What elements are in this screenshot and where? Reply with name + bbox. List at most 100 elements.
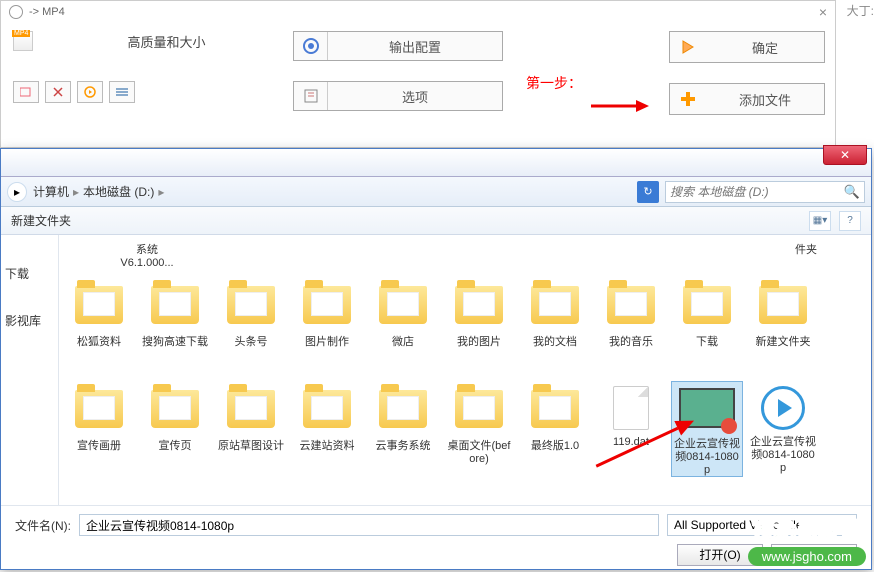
file-item[interactable]: 云建站资料 [291, 381, 363, 477]
file-label: 桌面文件(before) [446, 440, 512, 466]
play-icon [670, 39, 706, 55]
dialog-navbar: ▸ 计算机▸本地磁盘 (D:)▸ ↻ 🔍 [1, 177, 871, 207]
file-label: 宣传页 [142, 440, 208, 453]
file-label: 原站草图设计 [218, 440, 284, 453]
folder-icon [223, 390, 279, 436]
file-label: 搜狗高速下载 [142, 336, 208, 349]
file-label: 新建文件夹 [750, 336, 816, 349]
gear-icon [294, 32, 328, 60]
app-titlebar: -> MP4 × [1, 1, 835, 23]
file-item[interactable]: 宣传页 [139, 381, 211, 477]
file-open-dialog: ✕ ▸ 计算机▸本地磁盘 (D:)▸ ↻ 🔍 新建文件夹 ▦▾ ? 下载 影视库… [0, 148, 872, 570]
folder-icon [527, 286, 583, 332]
file-item[interactable]: 原站草图设计 [215, 381, 287, 477]
filename-input[interactable] [79, 514, 659, 536]
options-label: 选项 [328, 87, 502, 106]
folder-icon [147, 286, 203, 332]
search-input[interactable] [670, 185, 844, 199]
mp4-icon [13, 31, 33, 51]
options-icon [294, 82, 328, 110]
file-item[interactable]: 企业云宣传视频0814-1080p [747, 381, 819, 477]
folder-icon [527, 390, 583, 436]
dialog-close-button[interactable]: ✕ [823, 145, 867, 165]
file-label: 企业云宣传视频0814-1080p [750, 436, 816, 476]
folder-icon [299, 390, 355, 436]
close-icon[interactable]: × [819, 4, 827, 20]
cut-button[interactable] [45, 81, 71, 103]
back-icon[interactable]: ▸ [7, 182, 27, 202]
dialog-footer: 文件名(N): All Supported Video Files▾ 打开(O)… [1, 505, 871, 569]
quality-label: 高质量和大小 [127, 32, 205, 51]
file-item[interactable]: 最终版1.0 [519, 381, 591, 477]
search-icon[interactable]: 🔍 [844, 184, 860, 200]
folder-icon [679, 286, 735, 332]
list-button[interactable] [109, 81, 135, 103]
add-file-button[interactable]: 添加文件 [669, 83, 825, 115]
output-config-button[interactable]: 输出配置 [293, 31, 503, 61]
folder-icon [451, 286, 507, 332]
breadcrumb[interactable]: 计算机▸本地磁盘 (D:)▸ [33, 183, 168, 200]
folder-icon [71, 286, 127, 332]
folder-icon [755, 286, 811, 332]
dvd-icon [9, 5, 23, 19]
file-label: 我的音乐 [598, 336, 664, 349]
help-icon[interactable]: ? [839, 211, 861, 231]
top-right-label: 大丁: [847, 2, 874, 19]
folder-icon [451, 390, 507, 436]
file-label: 微店 [370, 336, 436, 349]
watermark: 技术员联盟 www.jsgho.com [748, 513, 866, 566]
ok-button[interactable]: 确定 [669, 31, 825, 63]
app-title: -> MP4 [29, 6, 65, 18]
file-item[interactable]: 宣传画册 [63, 381, 135, 477]
file-label: 最终版1.0 [522, 440, 588, 453]
file-item[interactable]: 云事务系统 [367, 381, 439, 477]
sidebar-item-videos[interactable]: 影视库 [5, 312, 54, 329]
file-item[interactable]: 桌面文件(before) [443, 381, 515, 477]
file-item[interactable]: 新建文件夹 [747, 277, 819, 373]
file-item[interactable]: 我的音乐 [595, 277, 667, 373]
folder-icon [299, 286, 355, 332]
file-item[interactable]: 搜狗高速下载 [139, 277, 211, 373]
sidebar-item-downloads[interactable]: 下载 [5, 265, 54, 282]
folder-icon [375, 390, 431, 436]
play-button[interactable] [77, 81, 103, 103]
file-list: 系统V6.1.000... 件夹 松狐资料搜狗高速下载头条号图片制作微店我的图片… [59, 235, 871, 505]
dialog-titlebar: ✕ [1, 149, 871, 177]
file-label: 下载 [674, 336, 740, 349]
file-label: 云事务系统 [370, 440, 436, 453]
options-button[interactable]: 选项 [293, 81, 503, 111]
video-play-icon [755, 386, 811, 432]
file-item[interactable]: 微店 [367, 277, 439, 373]
file-label: 我的文档 [522, 336, 588, 349]
filename-label: 文件名(N): [15, 517, 71, 534]
refresh-icon[interactable]: ↻ [637, 181, 659, 203]
folder-icon [603, 286, 659, 332]
arrow-icon [591, 96, 651, 116]
view-icon[interactable]: ▦▾ [809, 211, 831, 231]
file-label: 我的图片 [446, 336, 512, 349]
sidebar: 下载 影视库 [1, 235, 59, 505]
file-label: 企业云宣传视频0814-1080p [674, 438, 740, 478]
new-folder-button[interactable]: 新建文件夹 [11, 212, 71, 229]
step-annotation: 第一步： [526, 73, 582, 93]
add-button-small[interactable] [13, 81, 39, 103]
file-label: 宣传画册 [66, 440, 132, 453]
dialog-toolbar: 新建文件夹 ▦▾ ? [1, 207, 871, 235]
file-item[interactable]: 图片制作 [291, 277, 363, 373]
folder-icon [147, 390, 203, 436]
file-item[interactable]: 下载 [671, 277, 743, 373]
file-item[interactable]: 头条号 [215, 277, 287, 373]
file-label: 云建站资料 [294, 440, 360, 453]
file-item[interactable]: 松狐资料 [63, 277, 135, 373]
folder-icon [375, 286, 431, 332]
file-label: 松狐资料 [66, 336, 132, 349]
output-config-label: 输出配置 [328, 37, 502, 56]
file-item[interactable]: 我的文档 [519, 277, 591, 373]
dat-icon [603, 386, 659, 432]
folder-icon [71, 390, 127, 436]
file-label: 头条号 [218, 336, 284, 349]
plus-icon [670, 90, 706, 108]
file-item[interactable]: 我的图片 [443, 277, 515, 373]
ok-label: 确定 [706, 38, 824, 57]
search-box[interactable]: 🔍 [665, 181, 865, 203]
